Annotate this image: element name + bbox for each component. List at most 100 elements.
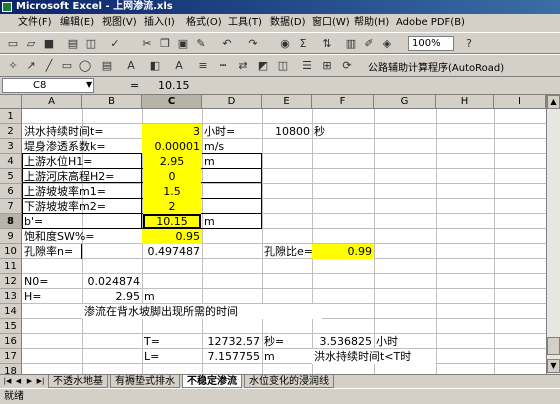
- tab-sheet-3-active[interactable]: 不稳定渗流: [182, 375, 242, 388]
- shadow-icon[interactable]: ◩: [256, 59, 270, 73]
- zoom-select[interactable]: 100%: [408, 36, 454, 51]
- cell-b12[interactable]: 0.024874: [82, 274, 142, 289]
- group-icon[interactable]: ⊞: [320, 59, 334, 73]
- fill-color-icon[interactable]: ◧: [148, 59, 162, 73]
- cell-e16[interactable]: 秒=: [262, 334, 312, 349]
- first-sheet-icon[interactable]: |◀: [2, 376, 13, 387]
- col-header-i[interactable]: I: [494, 95, 546, 109]
- chart-icon[interactable]: ▥: [344, 37, 358, 51]
- col-header-d[interactable]: D: [202, 95, 262, 109]
- cell-e10[interactable]: 孔隙比e=: [262, 244, 313, 259]
- vertical-scrollbar[interactable]: ▲ ▼: [546, 95, 560, 374]
- sort-icon[interactable]: ⇅: [320, 37, 334, 51]
- row-header-7[interactable]: 7: [0, 199, 22, 214]
- row-header-6[interactable]: 6: [0, 184, 22, 199]
- cell-d2[interactable]: 小时=: [202, 124, 262, 139]
- cell-c3[interactable]: 0.00001: [142, 139, 202, 154]
- row-header-13[interactable]: 13: [0, 289, 22, 304]
- col-header-a[interactable]: A: [22, 95, 82, 109]
- col-header-g[interactable]: G: [374, 95, 436, 109]
- align-icon[interactable]: ☰: [300, 59, 314, 73]
- redo-icon[interactable]: ↷: [246, 37, 260, 51]
- select-all-corner[interactable]: [0, 95, 22, 109]
- cell-a9[interactable]: 饱和度SW%=: [22, 229, 142, 244]
- cell-d4[interactable]: m: [202, 154, 262, 169]
- spell-icon[interactable]: ✓: [108, 37, 122, 51]
- row-header-8[interactable]: 8: [0, 214, 22, 229]
- menu-adobe-pdf[interactable]: Adobe PDF(B): [396, 14, 465, 32]
- row-header-1[interactable]: 1: [0, 109, 22, 124]
- row-header-9[interactable]: 9: [0, 229, 22, 244]
- cell-d8[interactable]: m: [202, 214, 262, 229]
- cell-c7[interactable]: 2: [143, 199, 201, 214]
- tab-sheet-4[interactable]: 水位变化的浸润线: [244, 375, 334, 388]
- print-icon[interactable]: ▤: [66, 37, 80, 51]
- cell-b13[interactable]: 2.95: [82, 289, 142, 304]
- row-header-11[interactable]: 11: [0, 259, 22, 274]
- oval-icon[interactable]: ◯: [78, 59, 92, 73]
- help-icon[interactable]: ?: [462, 37, 476, 51]
- formula-input[interactable]: 10.15: [158, 79, 190, 92]
- cell-g16[interactable]: 小时: [374, 334, 436, 349]
- paste-icon[interactable]: ▣: [176, 37, 190, 51]
- cell-c5[interactable]: 0: [143, 169, 201, 184]
- copy-icon[interactable]: ❐: [158, 37, 172, 51]
- cell-c10[interactable]: 0.497487: [142, 244, 202, 259]
- menu-window[interactable]: 窗口(W): [312, 14, 350, 32]
- row-header-2[interactable]: 2: [0, 124, 22, 139]
- col-header-c[interactable]: C: [142, 95, 202, 109]
- cell-c16[interactable]: T=: [142, 334, 202, 349]
- cell-f16[interactable]: 3.536825: [312, 334, 374, 349]
- cell-a13[interactable]: H=: [22, 289, 82, 304]
- wordart-icon[interactable]: A: [124, 59, 138, 73]
- cell-c8-selected[interactable]: 10.15: [143, 214, 201, 229]
- open-icon[interactable]: ▱: [24, 37, 38, 51]
- last-sheet-icon[interactable]: ▶|: [35, 376, 46, 387]
- rect-icon[interactable]: ▭: [60, 59, 74, 73]
- row-header-4[interactable]: 4: [0, 154, 22, 169]
- name-box[interactable]: C8: [2, 78, 94, 93]
- cell-c6[interactable]: 1.5: [143, 184, 201, 199]
- cell-c17[interactable]: L=: [142, 349, 202, 364]
- cell-a2[interactable]: 洪水持续时间t=: [22, 124, 142, 139]
- cell-c4[interactable]: 2.95: [143, 154, 201, 169]
- cell-f10[interactable]: 0.99: [312, 244, 374, 259]
- line-style-icon[interactable]: ≡: [196, 59, 210, 73]
- cell-c13[interactable]: m: [142, 289, 202, 304]
- font-color-icon[interactable]: A: [172, 59, 186, 73]
- drawing-icon[interactable]: ✐: [362, 37, 376, 51]
- menu-file[interactable]: 文件(F): [18, 14, 52, 32]
- row-header-16[interactable]: 16: [0, 334, 22, 349]
- cell-e2[interactable]: 10800: [262, 124, 312, 139]
- cell-a3[interactable]: 堤身渗透系数k=: [22, 139, 142, 154]
- map-icon[interactable]: ◈: [380, 37, 394, 51]
- cell-a5[interactable]: 上游河床高程H2=: [22, 169, 142, 184]
- col-header-f[interactable]: F: [312, 95, 374, 109]
- arrow-icon[interactable]: ↗: [24, 59, 38, 73]
- row-header-17[interactable]: 17: [0, 349, 22, 364]
- menu-help[interactable]: 帮助(H): [354, 14, 389, 32]
- prev-sheet-icon[interactable]: ◀: [13, 376, 24, 387]
- scroll-thumb[interactable]: [547, 337, 560, 355]
- row-header-15[interactable]: 15: [0, 319, 22, 334]
- scroll-up-icon[interactable]: ▲: [547, 95, 560, 109]
- undo-icon[interactable]: ↶: [220, 37, 234, 51]
- row-header-18[interactable]: 18: [0, 364, 22, 374]
- cell-c2[interactable]: 3: [142, 124, 202, 139]
- col-header-b[interactable]: B: [82, 95, 142, 109]
- tab-sheet-1[interactable]: 不透水地基: [48, 375, 108, 388]
- cell-a4[interactable]: 上游水位H1=: [22, 154, 142, 169]
- tab-sheet-2[interactable]: 有褥垫式排水: [110, 375, 180, 388]
- cell-d17[interactable]: 7.157755: [202, 349, 262, 364]
- arrow-style-icon[interactable]: ⇄: [236, 59, 250, 73]
- draw-tool-icon[interactable]: ✧: [6, 59, 20, 73]
- row-header-14[interactable]: 14: [0, 304, 22, 319]
- cell-a6[interactable]: 上游坡坡率m1=: [22, 184, 142, 199]
- menu-format[interactable]: 格式(O): [186, 14, 222, 32]
- cell-b14[interactable]: 渗流在背水坡脚出现所需的时间: [82, 304, 322, 319]
- menu-view[interactable]: 视图(V): [102, 14, 137, 32]
- hyperlink-icon[interactable]: ◉: [278, 37, 292, 51]
- save-icon[interactable]: ■: [42, 37, 56, 51]
- spreadsheet-grid[interactable]: A B C D E F G H I 1 2 3 4 5 6 7 8 9 10 1…: [0, 95, 546, 374]
- cell-a7[interactable]: 下游坡坡率m2=: [22, 199, 142, 214]
